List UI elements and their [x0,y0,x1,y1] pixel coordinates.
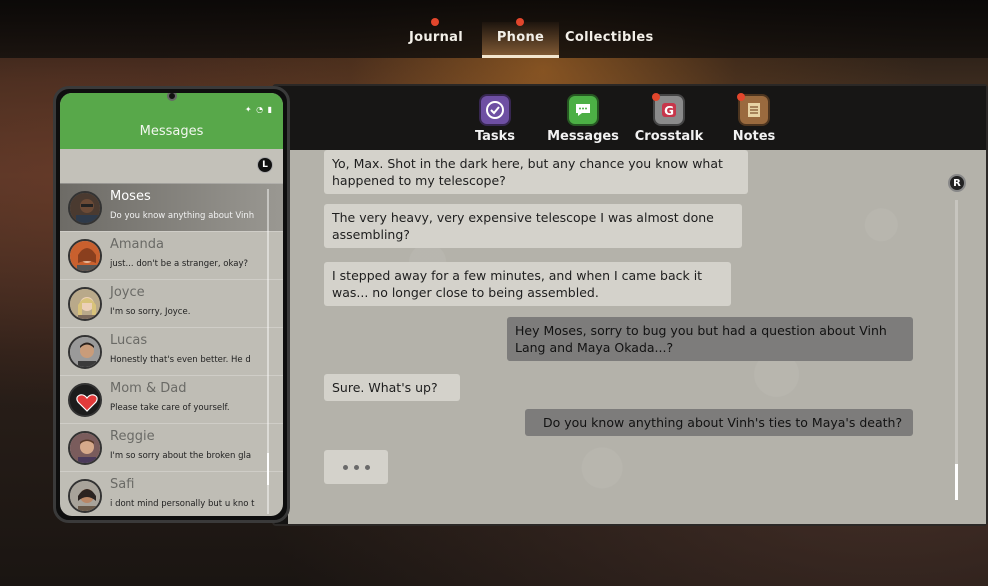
contact-name: Safi [110,477,135,492]
incoming-message: I stepped away for a few minutes, and wh… [324,262,731,306]
contact-preview: just... don't be a stranger, okay? [110,259,249,269]
contact-reggie[interactable]: Reggie I'm so sorry about the broken gla [60,423,283,471]
phone-title: Messages [139,124,204,139]
notification-dot [737,93,745,101]
tab-label: Collectibles [565,30,654,45]
contact-name: Amanda [110,237,164,252]
app-crosstalk-button[interactable]: G Crosstalk [629,93,709,144]
avatar [68,287,102,321]
phone-header: ✦ ◔ ▮ Messages [60,93,283,149]
tab-phone[interactable]: Phone [482,18,559,58]
chat-panel: Tasks Messages G Crosstalk Notes Yo, Max… [272,84,988,526]
status-icons: ✦ ◔ ▮ [244,105,273,114]
phone-device: ✦ ◔ ▮ Messages L Moses Do you know anyth… [53,86,290,523]
contact-moses[interactable]: Moses Do you know anything about Vinh [60,183,283,231]
chat-bubble-icon [567,94,599,126]
notification-dot [652,93,660,101]
tab-journal[interactable]: Journal [405,18,467,58]
app-messages-button[interactable]: Messages [543,94,623,144]
typing-indicator [324,450,388,484]
contact-name: Mom & Dad [110,381,187,396]
contact-joyce[interactable]: Joyce I'm so sorry, Joyce. [60,279,283,327]
app-label: Notes [732,129,776,144]
app-notes-button[interactable]: Notes [714,93,794,144]
avatar [68,191,102,225]
contact-lucas[interactable]: Lucas Honestly that's even better. He d [60,327,283,375]
top-navigation: Journal Phone Collectibles [0,0,988,58]
contact-preview: I'm so sorry about the broken gla [110,451,252,461]
l-button-hint-icon: L [257,157,273,173]
app-tasks-button[interactable]: Tasks [455,94,535,144]
contact-name: Lucas [110,333,148,348]
contact-mom-dad[interactable]: Mom & Dad Please take care of yourself. [60,375,283,423]
contact-safi[interactable]: Safi i dont mind personally but u kno t [60,471,283,516]
incoming-message: Yo, Max. Shot in the dark here, but any … [324,150,748,194]
tab-label: Journal [408,30,464,45]
notification-dot [431,18,439,26]
r-button-hint-icon: R [948,174,966,192]
app-label: Crosstalk [634,129,704,144]
svg-text:G: G [664,104,674,118]
phone-screen: ✦ ◔ ▮ Messages L Moses Do you know anyth… [60,93,283,516]
app-label: Messages [547,129,619,144]
contacts-header: L [60,149,283,183]
camera-icon [166,93,177,101]
contact-preview: i dont mind personally but u kno t [110,499,255,509]
contacts-scrollbar-thumb[interactable] [267,453,269,485]
crosstalk-icon: G [652,93,685,126]
tab-label: Phone [496,30,545,45]
contact-amanda[interactable]: Amanda just... don't be a stranger, okay… [60,231,283,279]
app-bar: Tasks Messages G Crosstalk Notes [274,86,986,150]
avatar [68,239,102,273]
contact-name: Joyce [110,285,145,300]
heart-icon [68,383,102,417]
conversation-view[interactable]: Yo, Max. Shot in the dark here, but any … [288,150,986,524]
tab-collectibles[interactable]: Collectibles [565,22,653,58]
contact-preview: Honestly that's even better. He d [110,355,251,365]
chat-scrollbar[interactable] [955,200,958,500]
incoming-message: The very heavy, very expensive telescope… [324,204,742,248]
app-label: Tasks [474,129,516,144]
contact-preview: Please take care of yourself. [110,403,230,413]
outgoing-message: Hey Moses, sorry to bug you but had a qu… [507,317,913,361]
outgoing-message: Do you know anything about Vinh's ties t… [525,409,913,436]
avatar [68,431,102,465]
checkmark-icon [479,94,511,126]
contact-preview: I'm so sorry, Joyce. [110,307,191,317]
contact-name: Reggie [110,429,155,444]
avatar [68,335,102,369]
chat-scrollbar-thumb[interactable] [955,464,958,500]
incoming-message: Sure. What's up? [324,374,460,401]
contact-preview: Do you know anything about Vinh [110,211,255,221]
notepad-icon [737,93,770,126]
avatar [68,479,102,513]
notification-dot [516,18,524,26]
contact-name: Moses [110,189,151,204]
